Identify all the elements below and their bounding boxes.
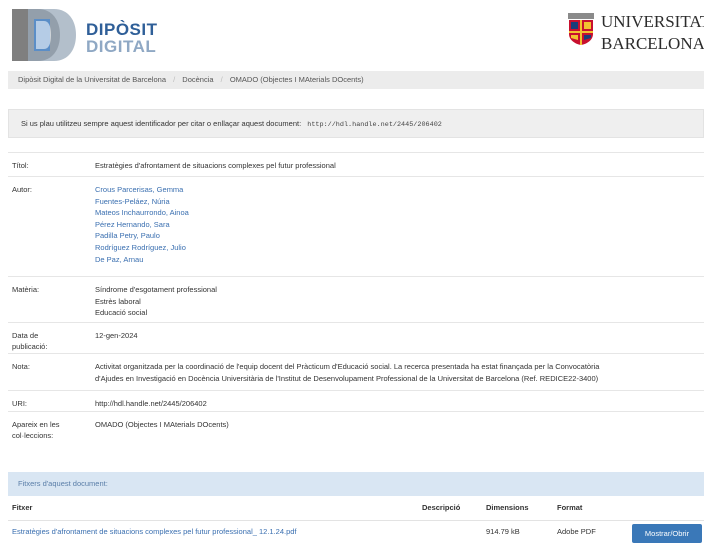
file-link[interactable]: Estratègies d'afrontament de situacions …: [12, 521, 297, 543]
author-link[interactable]: Pérez Hernando, Sara: [95, 219, 700, 231]
citation-handle: http://hdl.handle.net/2445/206402: [307, 121, 442, 129]
metadata-row-collections: Apareix en les col·leccions: OMADO (Obje…: [8, 411, 704, 452]
file-dimensions: 914.79 kB: [486, 527, 520, 536]
citation-identifier-box: Si us plau utilitzeu sempre aquest ident…: [8, 109, 704, 138]
open-file-button[interactable]: Mostrar/Obrir: [632, 524, 702, 543]
subject-list: Síndrome d'esgotament professional Estrè…: [95, 284, 700, 319]
collection-label-line1: Apareix en les: [12, 420, 60, 429]
breadcrumb-item-omado[interactable]: OMADO (Objectes I MAterials DOcents): [230, 71, 364, 89]
breadcrumb: Dipòsit Digital de la Universitat de Bar…: [8, 71, 704, 89]
author-link[interactable]: Mateos Inchaurrondo, Ainoa: [95, 207, 700, 219]
title-label: Títol:: [12, 161, 29, 170]
files-section-header: Fitxers d'aquest document:: [8, 472, 704, 496]
breadcrumb-item-docencia[interactable]: Docència: [182, 71, 213, 89]
author-label: Autor:: [12, 185, 33, 194]
metadata-row-subjects: Matèria: Síndrome d'esgotament professio…: [8, 276, 704, 323]
subject-item: Educació social: [95, 308, 148, 318]
subject-label: Matèria:: [12, 285, 40, 294]
note-text: Activitat organitzada per la coordinació…: [95, 361, 700, 384]
author-link[interactable]: Rodríguez Rodríguez, Julio: [95, 242, 700, 254]
table-row: Estratègies d'afrontament de situacions …: [8, 521, 704, 547]
metadata-row-uri: URI: http://hdl.handle.net/2445/206402: [8, 390, 704, 412]
subject-item: Síndrome d'esgotament professional: [95, 285, 217, 294]
author-link[interactable]: De Paz, Arnau: [95, 254, 700, 266]
author-link[interactable]: Fuentes-Peláez, Núria: [95, 196, 700, 208]
collection-label: Apareix en les col·leccions:: [12, 419, 82, 441]
metadata-row-note: Nota: Activitat organitzada per la coord…: [8, 353, 704, 391]
university-name-line1: UNIVERSITAT: [601, 12, 704, 31]
column-header-file: Fitxer: [12, 503, 33, 512]
metadata-row-title: Títol: Estratègies d'afrontament de situ…: [8, 152, 704, 177]
date-label-line1: Data de: [12, 331, 39, 340]
uri-label: URI:: [12, 399, 27, 408]
diposit-digital-logo[interactable]: DIPÒSIT DIGITAL: [10, 7, 190, 63]
date-label-line2: publicació:: [12, 342, 48, 351]
item-title: Estratègies d'afrontament de situacions …: [95, 161, 336, 170]
university-logo[interactable]: UNIVERSITATDE BARCELONA: [567, 12, 704, 52]
subject-item: Estrès laboral: [95, 296, 141, 306]
university-shield-icon: [568, 13, 594, 45]
collection-label-line2: col·leccions:: [12, 431, 54, 440]
metadata-row-date: Data de publicació: 12-gen-2024: [8, 322, 704, 354]
breadcrumb-separator: /: [173, 75, 176, 84]
author-list: Crous Parcerisas, Gemma Fuentes-Peláez, …: [95, 184, 700, 265]
files-table-header: Fitxer Descripció Dimensions Format: [8, 496, 704, 521]
publication-date: 12-gen-2024: [95, 331, 138, 340]
collection-link[interactable]: OMADO (Objectes I MAterials DOcents): [95, 419, 700, 431]
file-format: Adobe PDF: [557, 527, 596, 536]
breadcrumb-item-home[interactable]: Dipòsit Digital de la Universitat de Bar…: [18, 71, 166, 89]
breadcrumb-separator: /: [220, 75, 223, 84]
uri-link[interactable]: http://hdl.handle.net/2445/206402: [95, 398, 700, 410]
column-header-format: Format: [557, 503, 583, 512]
logo-text-line1: DIPÒSIT: [86, 20, 158, 39]
date-label: Data de publicació:: [12, 330, 82, 352]
citation-identifier-text: Si us plau utilitzeu sempre aquest ident…: [21, 119, 302, 128]
note-line: d'Ajudes en Investigació en Docència Uni…: [95, 373, 599, 383]
note-line: Activitat organitzada per la coordinació…: [95, 362, 600, 371]
author-link[interactable]: Padilla Petry, Paulo: [95, 230, 700, 242]
column-header-description: Descripció: [422, 503, 461, 512]
column-header-dimensions: Dimensions: [486, 503, 529, 512]
logo-text-line2: DIGITAL: [86, 37, 157, 56]
metadata-row-authors: Autor: Crous Parcerisas, Gemma Fuentes-P…: [8, 176, 704, 277]
page-header: DIPÒSIT DIGITAL UNIVERSITATDE BARCELONA: [0, 0, 704, 70]
note-label: Nota:: [12, 362, 30, 371]
diposit-digital-logo-icon: [12, 9, 76, 61]
university-name-line2: BARCELONA: [601, 34, 704, 53]
author-link[interactable]: Crous Parcerisas, Gemma: [95, 184, 700, 196]
